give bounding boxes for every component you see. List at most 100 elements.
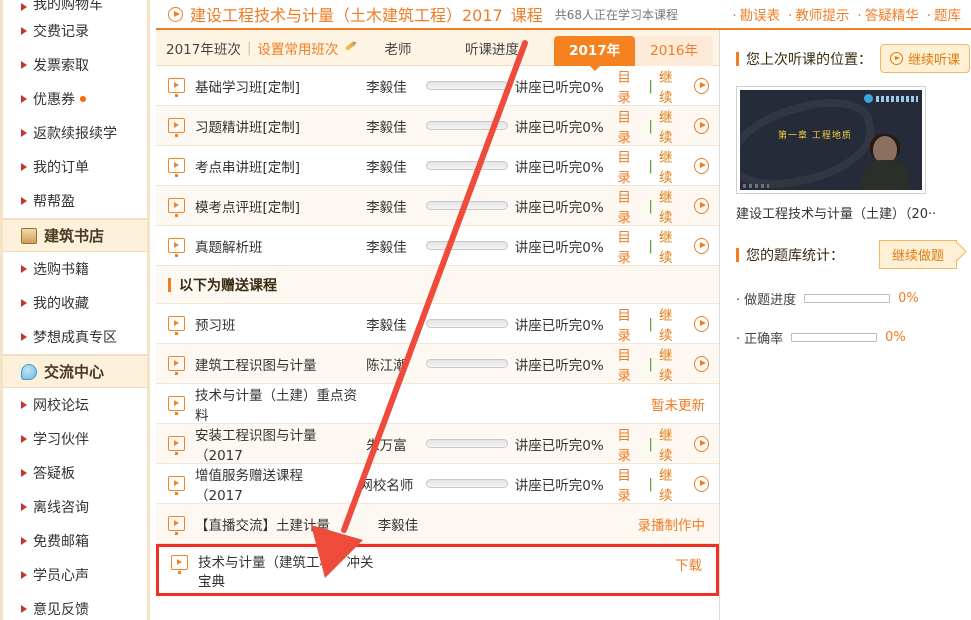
watermark-text: [876, 95, 918, 102]
sidebar-header-community[interactable]: 交流中心: [3, 355, 147, 388]
bullet-triangle-icon: [21, 3, 27, 11]
play-button-icon[interactable]: [694, 117, 710, 134]
divider-accent-bar: [168, 277, 171, 292]
bullet-triangle-icon: [21, 469, 27, 477]
continue-link[interactable]: 继续: [659, 186, 684, 226]
link-qa-highlights[interactable]: 答疑精华: [853, 4, 922, 24]
row-name-cell: 预习班: [156, 314, 349, 335]
sidebar-item-favorites[interactable]: 我的收藏: [3, 286, 147, 320]
sidebar-item-offline-consult[interactable]: 离线咨询: [3, 490, 147, 524]
catalog-link[interactable]: 目录: [617, 344, 642, 384]
sidebar-item-cart[interactable]: 我的购物车: [3, 0, 147, 14]
catalog-link[interactable]: 目录: [617, 304, 642, 344]
sidebar-header-bookstore[interactable]: 建筑书店: [3, 219, 147, 252]
sidebar-item-label: 选购书籍: [33, 262, 89, 278]
link-question-bank[interactable]: 题库: [923, 4, 965, 24]
play-button-icon[interactable]: [694, 77, 710, 94]
catalog-link[interactable]: 目录: [617, 424, 642, 464]
play-button-icon[interactable]: [694, 355, 710, 372]
bullet-triangle-icon: [21, 537, 27, 545]
course-name-line1: 技术与计量（建筑工程）冲关: [198, 555, 374, 571]
tab-year-2017[interactable]: 2017年: [554, 35, 636, 71]
stat-value: 0%: [885, 330, 906, 345]
catalog-link[interactable]: 目录: [617, 66, 642, 106]
row-actions: 目录 | 继续: [617, 66, 719, 106]
stat-progress-bar: [804, 294, 891, 303]
link-errata[interactable]: 勘误表: [728, 4, 784, 24]
catalog-link[interactable]: 目录: [617, 146, 642, 186]
action-separator: |: [648, 157, 653, 174]
main-content: 建设工程技术与计量（土木建筑工程）2017 课程 共68人正在学习本课程 勘误表…: [156, 0, 971, 620]
row-progress-text: 讲座已听完0%: [514, 119, 604, 136]
sidebar-item-label: 网校论坛: [33, 398, 89, 414]
sidebar-item-bangbangying[interactable]: 帮帮盈: [3, 184, 147, 218]
table-row[interactable]: 【直播交流】土建计量 李毅佳 录播制作中: [156, 504, 719, 544]
sidebar-item-student-voice[interactable]: 学员心声: [3, 558, 147, 592]
table-row[interactable]: 预习班 李毅佳 讲座已听完0% 目录 | 继续: [156, 304, 719, 344]
highlighted-table-row[interactable]: 技术与计量（建筑工程）冲关 宝典 下载: [156, 544, 719, 596]
video-thumbnail[interactable]: 第一章 工程地质: [736, 86, 926, 194]
row-name-cell: 基础学习班[定制]: [156, 76, 349, 97]
play-button-icon[interactable]: [694, 475, 710, 492]
sidebar-item-coupon[interactable]: 优惠券: [3, 82, 147, 116]
continue-link[interactable]: 继续: [659, 424, 684, 464]
table-row[interactable]: 技术与计量（土建）重点资料 暂未更新: [156, 384, 719, 424]
sidebar-item-feedback[interactable]: 意见反馈: [3, 592, 147, 620]
continue-link[interactable]: 继续: [659, 304, 684, 344]
continue-link[interactable]: 继续: [659, 464, 684, 504]
continue-link[interactable]: 继续: [659, 106, 684, 146]
table-row[interactable]: 真题解析班 李毅佳 讲座已听完0% 目录 | 继续: [156, 226, 719, 266]
play-button-icon[interactable]: [694, 315, 710, 332]
table-row[interactable]: 模考点评班[定制] 李毅佳 讲座已听完0% 目录 | 继续: [156, 186, 719, 226]
catalog-link[interactable]: 目录: [617, 186, 642, 226]
play-button-icon[interactable]: [694, 435, 710, 452]
sidebar-item-free-mail[interactable]: 免费邮箱: [3, 524, 147, 558]
sidebar-item-label: 优惠券: [33, 92, 75, 108]
sidebar-item-buy-books[interactable]: 选购书籍: [3, 252, 147, 286]
table-header-row: 2017年班次 | 设置常用班次 老师 听课进度 2017年 2016年: [156, 30, 719, 71]
continue-link[interactable]: 继续: [659, 146, 684, 186]
continue-quiz-button[interactable]: 继续做题: [878, 240, 957, 269]
tab-year-2016[interactable]: 2016年: [635, 35, 713, 66]
sidebar-item-dream-zone[interactable]: 梦想成真专区: [3, 320, 147, 354]
play-button-icon[interactable]: [694, 237, 710, 254]
row-teacher: 李毅佳: [366, 239, 407, 256]
row-actions: 目录 | 继续: [617, 304, 719, 344]
row-progress-bar: [423, 81, 510, 90]
continue-link[interactable]: 继续: [659, 66, 684, 106]
row-name-cell: 习题精讲班[定制]: [156, 116, 349, 137]
set-common-class-link[interactable]: 设置常用班次: [257, 38, 338, 58]
sidebar-item-my-orders[interactable]: 我的订单: [3, 150, 147, 184]
sidebar-item-qa-board[interactable]: 答疑板: [3, 456, 147, 490]
bullet-triangle-icon: [21, 435, 27, 443]
sidebar-item-refund-renew[interactable]: 返款续报续学: [3, 116, 147, 150]
sidebar-item-forum[interactable]: 网校论坛: [3, 388, 147, 422]
action-separator: |: [648, 197, 653, 214]
sidebar-item-payment-records[interactable]: 交费记录: [3, 14, 147, 48]
action-separator: |: [648, 475, 653, 492]
course-name: 建筑工程识图与计量: [195, 357, 317, 374]
course-name: 考点串讲班[定制]: [195, 159, 301, 176]
globe-icon: [864, 94, 873, 103]
table-row[interactable]: 基础学习班[定制] 李毅佳 讲座已听完0% 目录 | 继续: [156, 66, 719, 106]
play-button-icon[interactable]: [694, 157, 710, 174]
catalog-link[interactable]: 目录: [617, 226, 642, 266]
action-separator: |: [648, 237, 653, 254]
stat-row-accuracy: 正确率 0%: [736, 328, 957, 347]
sidebar-item-invoice[interactable]: 发票索取: [3, 48, 147, 82]
table-row[interactable]: 增值服务赠送课程（2017 网校名师 讲座已听完0% 目录 | 继续: [156, 464, 719, 504]
table-row[interactable]: 习题精讲班[定制] 李毅佳 讲座已听完0% 目录 | 继续: [156, 106, 719, 146]
pencil-edit-icon[interactable]: [344, 41, 358, 55]
table-row[interactable]: 安装工程识图与计量（2017 朱万富 讲座已听完0% 目录 | 继续: [156, 424, 719, 464]
play-button-icon[interactable]: [694, 197, 710, 214]
continue-link[interactable]: 继续: [659, 226, 684, 266]
sidebar-item-study-partner[interactable]: 学习伙伴: [3, 422, 147, 456]
continue-link[interactable]: 继续: [659, 344, 684, 384]
catalog-link[interactable]: 目录: [617, 464, 642, 504]
catalog-link[interactable]: 目录: [617, 106, 642, 146]
table-row[interactable]: 考点串讲班[定制] 李毅佳 讲座已听完0% 目录 | 继续: [156, 146, 719, 186]
download-link[interactable]: 下载: [675, 554, 716, 574]
link-teacher-tips[interactable]: 教师提示: [784, 4, 853, 24]
table-row[interactable]: 建筑工程识图与计量 陈江潮 讲座已听完0% 目录 | 继续: [156, 344, 719, 384]
continue-listening-button[interactable]: 继续听课: [880, 44, 971, 73]
